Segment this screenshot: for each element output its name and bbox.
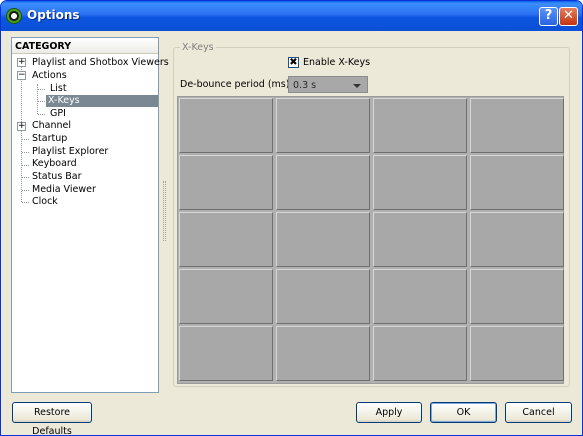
x-key-button[interactable]	[373, 98, 467, 153]
x-key-button[interactable]	[276, 326, 370, 381]
debounce-value: 0.3 s	[293, 80, 317, 91]
category-header: CATEGORY	[12, 38, 158, 54]
tree-item-playlist-explorer[interactable]: Playlist Explorer	[30, 146, 110, 158]
x-key-button[interactable]	[179, 212, 273, 267]
category-tree[interactable]: CATEGORY + Playlist and Shotbox Viewers …	[11, 37, 169, 393]
help-button[interactable]: ?	[539, 7, 558, 26]
tree-item-actions[interactable]: Actions	[30, 70, 69, 82]
x-key-button[interactable]	[470, 269, 564, 324]
restore-defaults-button[interactable]: Restore Defaults	[12, 402, 92, 435]
expand-icon[interactable]: +	[17, 122, 26, 131]
x-key-button[interactable]	[276, 155, 370, 210]
x-key-button[interactable]	[276, 98, 370, 153]
tree-line	[38, 89, 45, 90]
tree-line	[38, 101, 45, 102]
tree-item-playlist-shotbox-viewers[interactable]: Playlist and Shotbox Viewers	[30, 57, 171, 69]
window-title: Options	[27, 8, 80, 22]
tree-item-gpi[interactable]: GPI	[48, 108, 68, 120]
enable-x-keys-label[interactable]: Enable X-Keys	[303, 57, 370, 68]
tree-item-clock[interactable]: Clock	[30, 196, 60, 208]
x-key-button[interactable]	[276, 269, 370, 324]
x-key-button[interactable]	[373, 212, 467, 267]
group-title: X-Keys	[180, 42, 216, 53]
chevron-down-icon[interactable]	[353, 84, 361, 88]
tree-line	[22, 152, 29, 153]
x-keys-grid	[177, 96, 564, 384]
tree-item-media-viewer[interactable]: Media Viewer	[30, 184, 98, 196]
title-bar[interactable]: Options ? ✕	[1, 1, 582, 31]
tree-item-keyboard[interactable]: Keyboard	[30, 158, 79, 170]
tree-line	[22, 177, 29, 178]
x-key-button[interactable]	[373, 155, 467, 210]
panel-splitter[interactable]	[163, 181, 166, 241]
x-key-button[interactable]	[179, 98, 273, 153]
apply-button[interactable]: Apply	[356, 402, 422, 423]
tree-line	[21, 66, 22, 202]
collapse-icon[interactable]: −	[17, 71, 26, 80]
x-key-button[interactable]	[373, 269, 467, 324]
app-icon	[6, 8, 22, 24]
tree-line	[22, 190, 29, 191]
tree-item-channel[interactable]: Channel	[30, 120, 73, 132]
debounce-label: De-bounce period (ms):	[180, 79, 293, 90]
ok-button[interactable]: OK	[430, 402, 497, 423]
x-key-button[interactable]	[179, 155, 273, 210]
tree-line	[22, 202, 29, 203]
tree-item-x-keys[interactable]: X-Keys	[46, 95, 158, 107]
tree-item-status-bar[interactable]: Status Bar	[30, 171, 84, 183]
tree-line	[22, 165, 29, 166]
debounce-dropdown[interactable]: 0.3 s	[288, 76, 368, 93]
close-button[interactable]: ✕	[559, 7, 578, 26]
x-key-button[interactable]	[470, 155, 564, 210]
x-key-button[interactable]	[470, 98, 564, 153]
enable-x-keys-checkbox[interactable]: ✖	[288, 57, 299, 68]
x-key-button[interactable]	[373, 326, 467, 381]
x-key-button[interactable]	[179, 269, 273, 324]
x-key-button[interactable]	[276, 212, 370, 267]
x-key-button[interactable]	[470, 212, 564, 267]
tree-line	[38, 114, 45, 115]
x-key-button[interactable]	[470, 326, 564, 381]
x-key-button[interactable]	[179, 326, 273, 381]
tree-line	[22, 139, 29, 140]
tree-item-startup[interactable]: Startup	[30, 133, 69, 145]
cancel-button[interactable]: Cancel	[505, 402, 572, 423]
expand-icon[interactable]: +	[17, 58, 26, 67]
options-window: Options ? ✕ CATEGORY + Playlist and Shot…	[0, 0, 583, 436]
tree-item-list[interactable]: List	[48, 83, 69, 95]
